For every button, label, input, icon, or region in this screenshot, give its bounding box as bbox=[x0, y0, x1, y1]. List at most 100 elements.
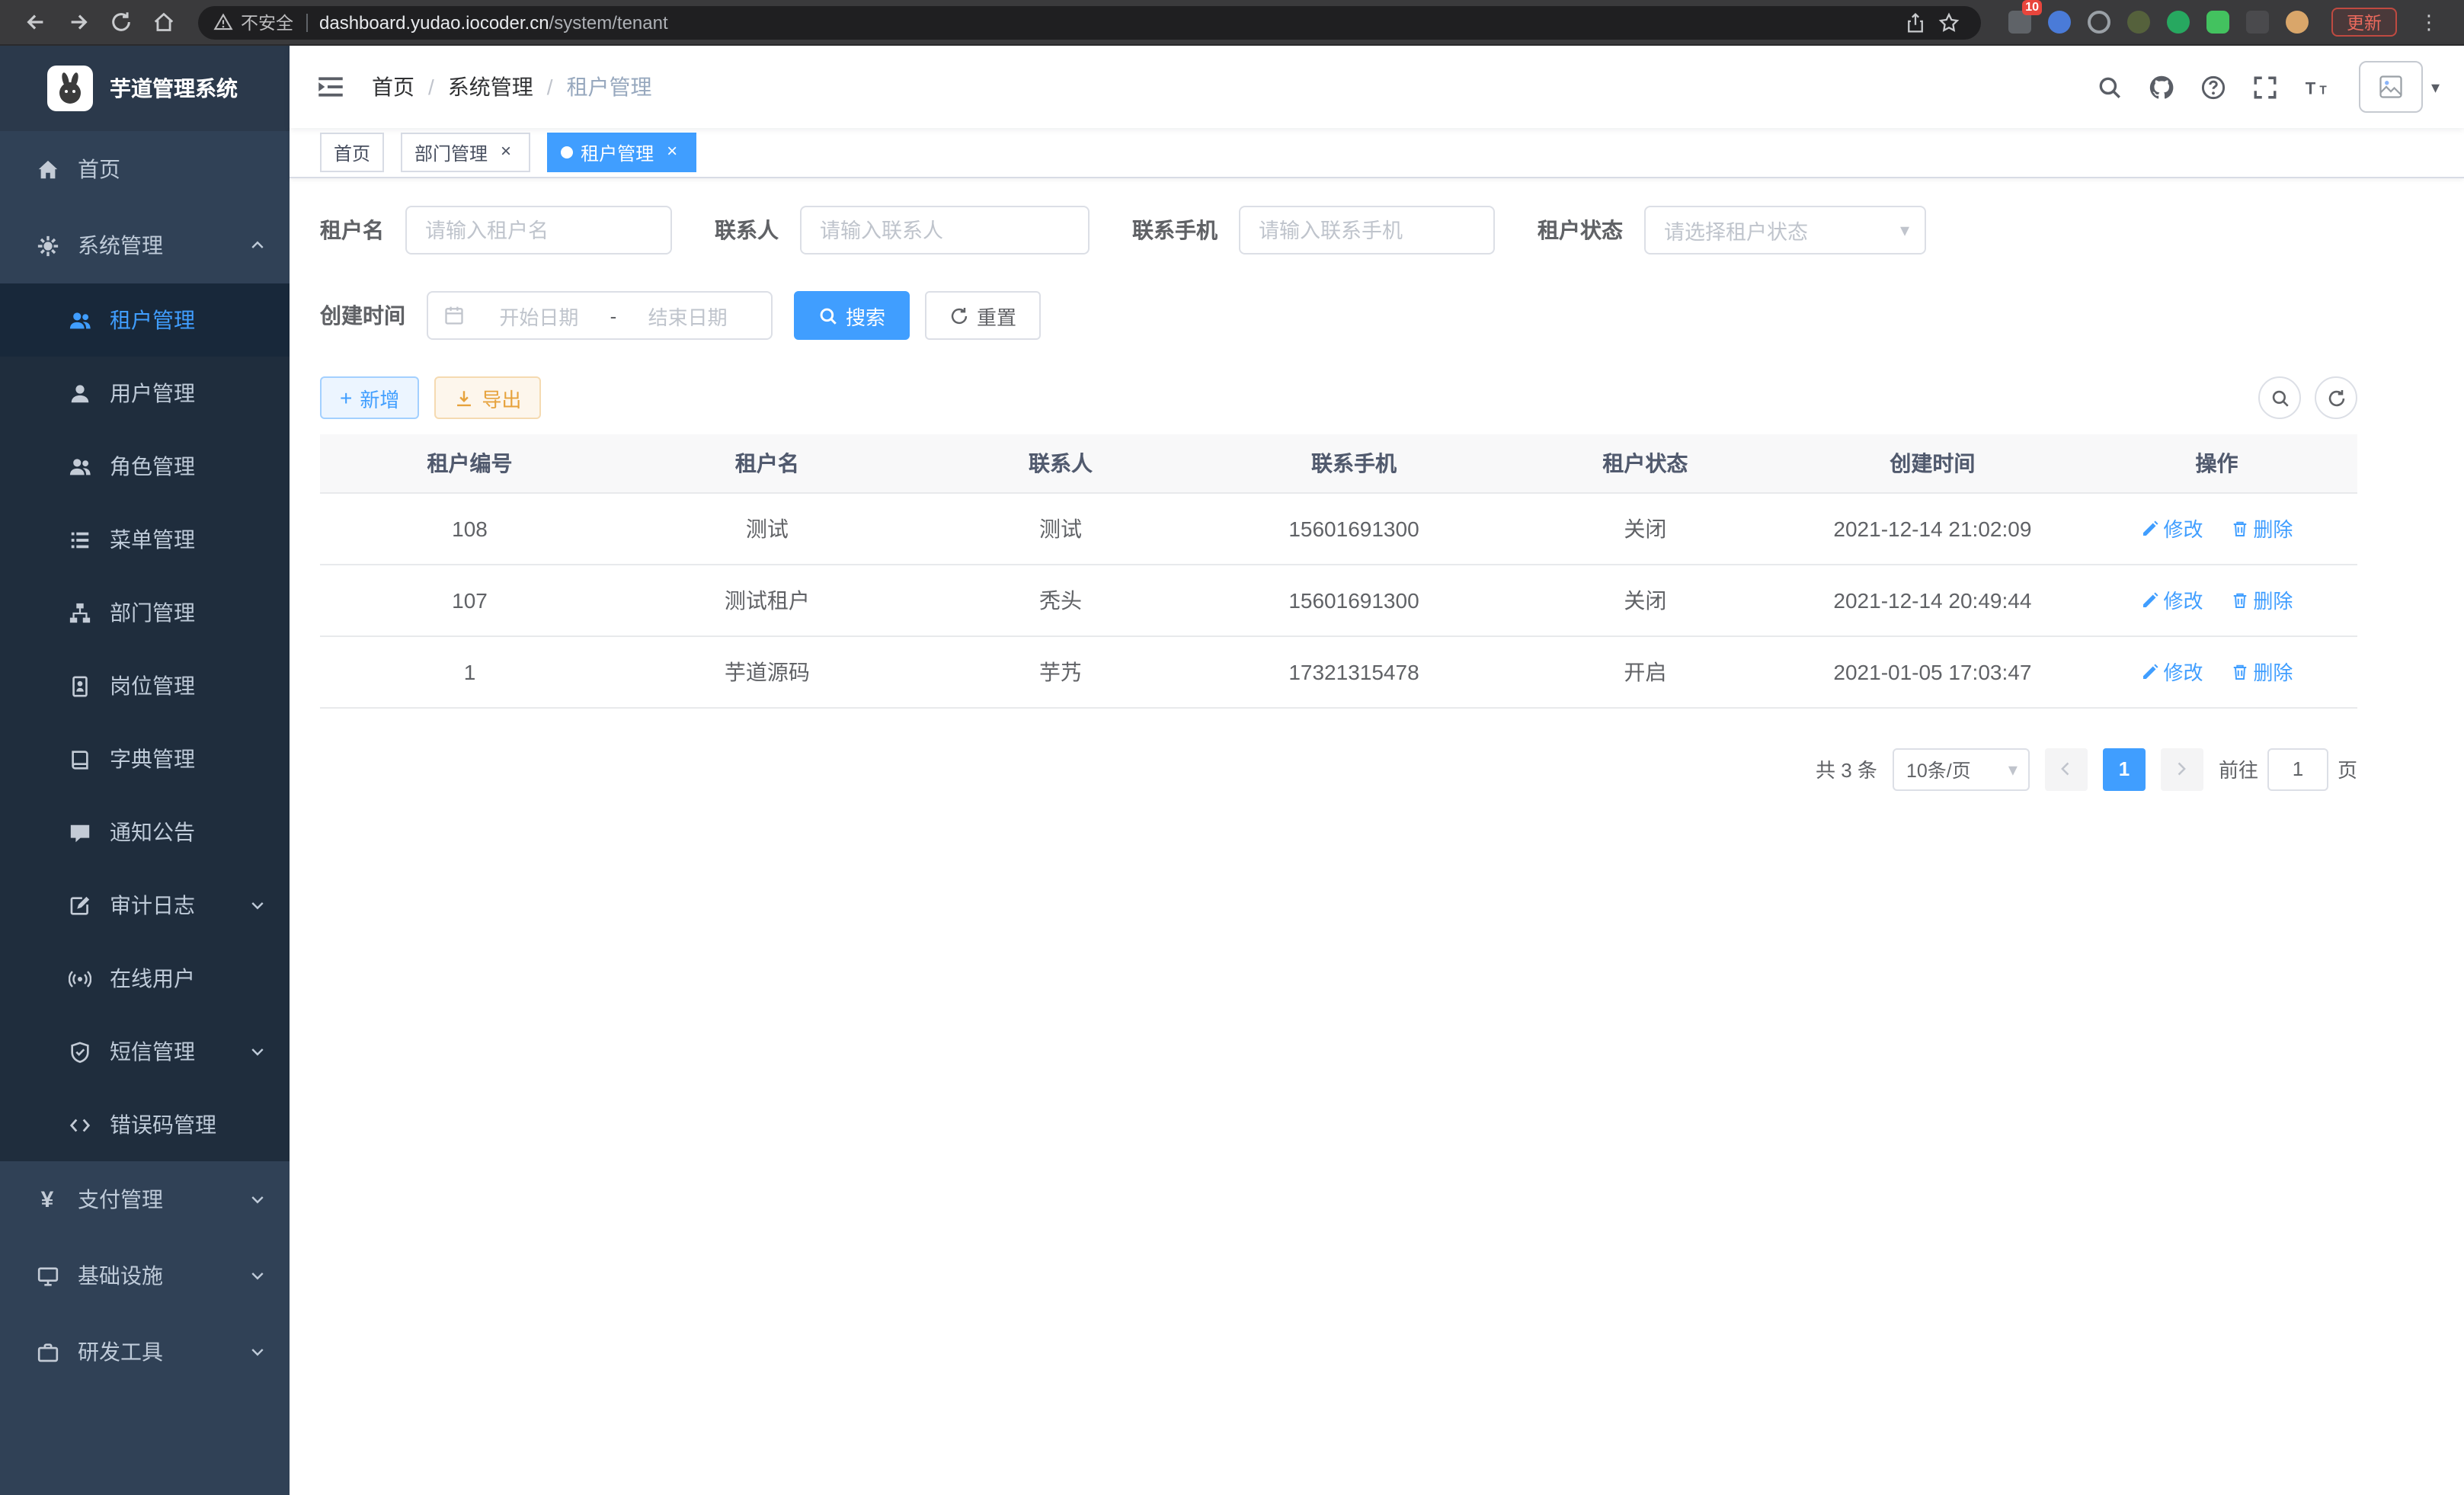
col-header-tenant-name: 租户名 bbox=[619, 434, 915, 492]
sidebar-item-audit-log[interactable]: 审计日志 bbox=[0, 869, 290, 942]
col-header-phone: 联系手机 bbox=[1206, 434, 1502, 492]
fullscreen-icon[interactable] bbox=[2244, 66, 2286, 108]
breadcrumb-home[interactable]: 首页 bbox=[372, 72, 414, 102]
extension-icon[interactable] bbox=[2164, 8, 2191, 36]
sidebar-item-label: 租户管理 bbox=[110, 305, 195, 335]
sidebar-item-home[interactable]: 首页 bbox=[0, 131, 290, 207]
sidebar-item-online-users[interactable]: 在线用户 bbox=[0, 942, 290, 1015]
extension-icon[interactable]: 10 bbox=[2005, 8, 2033, 36]
sidebar-item-infrastructure[interactable]: 基础设施 bbox=[0, 1237, 290, 1314]
status-select[interactable]: 请选择租户状态 ▾ bbox=[1644, 206, 1926, 255]
goto-page-input[interactable] bbox=[2267, 748, 2328, 790]
end-date-input[interactable]: 结束日期 bbox=[619, 301, 756, 330]
sidebar-toggle-icon[interactable] bbox=[314, 70, 347, 104]
svg-text:T: T bbox=[2306, 78, 2316, 98]
col-header-contact: 联系人 bbox=[915, 434, 1206, 492]
browser-reload-button[interactable] bbox=[101, 2, 140, 42]
browser-back-button[interactable] bbox=[15, 2, 55, 42]
sidebar-item-post-management[interactable]: 岗位管理 bbox=[0, 649, 290, 722]
tab-home[interactable]: 首页 bbox=[320, 133, 384, 172]
help-icon[interactable] bbox=[2192, 66, 2235, 108]
breadcrumb-system[interactable]: 系统管理 bbox=[448, 72, 533, 102]
reset-button[interactable]: 重置 bbox=[925, 291, 1041, 340]
edit-label: 修改 bbox=[2164, 514, 2203, 543]
sidebar-item-label: 短信管理 bbox=[110, 1036, 195, 1067]
page-size-value: 10条/页 bbox=[1906, 754, 1971, 783]
font-size-icon[interactable]: TT bbox=[2296, 66, 2338, 108]
github-icon[interactable] bbox=[2140, 66, 2183, 108]
toggle-search-button[interactable] bbox=[2258, 376, 2301, 419]
browser-forward-button[interactable] bbox=[58, 2, 98, 42]
sidebar-item-dev-tools[interactable]: 研发工具 bbox=[0, 1314, 290, 1390]
sidebar-item-label: 错误码管理 bbox=[110, 1109, 216, 1140]
sidebar-item-system-management[interactable]: 系统管理 bbox=[0, 207, 290, 283]
delete-link[interactable]: 删除 bbox=[2230, 657, 2293, 686]
cell-contact: 芋艿 bbox=[915, 635, 1206, 707]
browser-menu-icon[interactable]: ⋮ bbox=[2409, 2, 2449, 42]
sidebar-item-tenant-management[interactable]: 租户管理 bbox=[0, 283, 290, 357]
sidebar-item-label: 部门管理 bbox=[110, 597, 195, 628]
prev-page-button[interactable] bbox=[2045, 748, 2088, 790]
table-row: 108 测试 测试 15601691300 关闭 2021-12-14 21:0… bbox=[320, 492, 2357, 564]
delete-link[interactable]: 删除 bbox=[2230, 514, 2293, 543]
extension-icon[interactable] bbox=[2085, 8, 2112, 36]
extension-icon[interactable] bbox=[2203, 8, 2231, 36]
refresh-table-button[interactable] bbox=[2315, 376, 2357, 419]
browser-update-button[interactable]: 更新 bbox=[2331, 8, 2397, 37]
contact-input[interactable] bbox=[800, 206, 1090, 255]
tab-label: 首页 bbox=[334, 139, 370, 165]
sidebar-item-notice[interactable]: 通知公告 bbox=[0, 796, 290, 869]
page-size-select[interactable]: 10条/页 ▾ bbox=[1893, 748, 2030, 790]
tenant-name-label: 租户名 bbox=[320, 215, 384, 245]
edit-link[interactable]: 修改 bbox=[2141, 514, 2203, 543]
sidebar-menu: 首页 系统管理 租户管理 用户管理 角色管理 bbox=[0, 131, 290, 1495]
search-icon[interactable] bbox=[2088, 66, 2131, 108]
address-bar[interactable]: 不安全 dashboard.yudao.iocoder.cn /system/t… bbox=[198, 5, 1981, 39]
avatar bbox=[2360, 61, 2424, 113]
start-date-input[interactable]: 开始日期 bbox=[471, 301, 607, 330]
bookmark-star-icon[interactable] bbox=[1932, 7, 1966, 37]
tenant-name-input[interactable] bbox=[405, 206, 672, 255]
edit-label: 修改 bbox=[2164, 585, 2203, 614]
search-button[interactable]: 搜索 bbox=[794, 291, 910, 340]
sidebar-item-payment[interactable]: ¥ 支付管理 bbox=[0, 1161, 290, 1237]
extension-icon[interactable] bbox=[2045, 8, 2072, 36]
tab-tenant-management[interactable]: 租户管理 × bbox=[547, 133, 696, 172]
sidebar-item-error-code[interactable]: 错误码管理 bbox=[0, 1088, 290, 1161]
share-icon[interactable] bbox=[1899, 7, 1932, 37]
delete-link[interactable]: 删除 bbox=[2230, 585, 2293, 614]
sidebar-item-menu-management[interactable]: 菜单管理 bbox=[0, 503, 290, 576]
message-icon bbox=[67, 820, 91, 844]
phone-input[interactable] bbox=[1239, 206, 1495, 255]
sidebar-item-dict-management[interactable]: 字典管理 bbox=[0, 722, 290, 796]
extension-icon[interactable] bbox=[2124, 8, 2152, 36]
calendar-icon bbox=[443, 305, 465, 326]
gear-icon bbox=[35, 233, 59, 258]
tab-dept-management[interactable]: 部门管理 × bbox=[401, 133, 530, 172]
close-icon[interactable]: × bbox=[495, 142, 517, 163]
sidebar-item-dept-management[interactable]: 部门管理 bbox=[0, 576, 290, 649]
next-page-button[interactable] bbox=[2161, 748, 2203, 790]
sidebar-item-user-management[interactable]: 用户管理 bbox=[0, 357, 290, 430]
cell-created: 2021-01-05 17:03:47 bbox=[1789, 635, 2076, 707]
extension-icon[interactable] bbox=[2243, 8, 2270, 36]
close-icon[interactable]: × bbox=[661, 142, 683, 163]
export-button[interactable]: 导出 bbox=[434, 376, 541, 419]
tab-label: 部门管理 bbox=[414, 139, 488, 165]
edit-link[interactable]: 修改 bbox=[2141, 657, 2203, 686]
refresh-icon bbox=[2326, 388, 2346, 408]
sidebar-item-role-management[interactable]: 角色管理 bbox=[0, 430, 290, 503]
profile-avatar-icon[interactable] bbox=[2283, 8, 2310, 36]
online-signal-icon bbox=[67, 966, 91, 991]
app-logo[interactable]: 芋道管理系统 bbox=[0, 46, 290, 131]
edit-link[interactable]: 修改 bbox=[2141, 585, 2203, 614]
add-button[interactable]: + 新增 bbox=[320, 376, 419, 419]
sidebar-item-sms-management[interactable]: 短信管理 bbox=[0, 1015, 290, 1088]
create-time-range-picker[interactable]: 开始日期 - 结束日期 bbox=[427, 291, 773, 340]
breadcrumb-separator: / bbox=[428, 75, 434, 99]
user-menu[interactable]: ▾ bbox=[2360, 61, 2440, 113]
chevron-down-icon bbox=[248, 1343, 267, 1361]
logo-image bbox=[47, 66, 93, 111]
browser-home-button[interactable] bbox=[143, 2, 183, 42]
page-number-button[interactable]: 1 bbox=[2103, 748, 2146, 790]
